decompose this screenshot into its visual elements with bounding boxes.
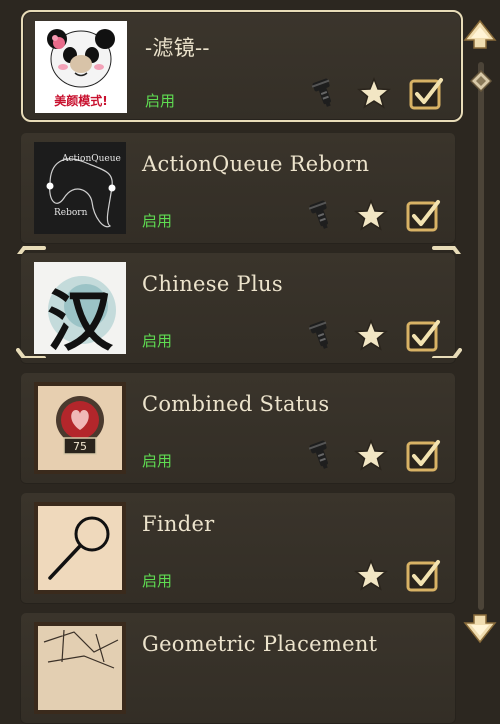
favorite-star-icon[interactable] <box>352 316 390 354</box>
mod-row-chinese-plus[interactable]: 汉 Chinese Plus 启用 <box>20 252 456 364</box>
mod-title: Finder <box>142 512 215 536</box>
enabled-checkbox-icon[interactable] <box>404 556 442 594</box>
config-gear-icon[interactable] <box>302 316 340 354</box>
mod-row-actionqueue[interactable]: ActionQueue Reborn ActionQueue Reborn 启用 <box>20 132 456 244</box>
hover-corner-bottom-right <box>432 348 462 358</box>
config-gear-icon[interactable] <box>305 74 343 112</box>
magnifier-icon <box>34 502 126 594</box>
thumb-caption-top: ActionQueue <box>62 154 121 164</box>
actionqueue-diagram-icon: ActionQueue Reborn <box>34 142 126 234</box>
thumb-glyph: 汉 <box>47 283 113 354</box>
favorite-star-icon[interactable] <box>352 196 390 234</box>
mod-row-geometric-placement[interactable]: Geometric Placement <box>20 612 456 724</box>
mod-title: -滤镜-- <box>145 36 210 60</box>
mod-title: Chinese Plus <box>142 272 283 296</box>
mod-title: Combined Status <box>142 392 330 416</box>
config-gear-icon[interactable] <box>302 196 340 234</box>
thumb-caption-bottom: Reborn <box>54 208 88 218</box>
enabled-checkbox-icon[interactable] <box>404 196 442 234</box>
panda-meme-icon: 美颜模式! <box>35 21 127 113</box>
enabled-checkbox-icon[interactable] <box>404 436 442 474</box>
mod-title: ActionQueue Reborn <box>142 152 370 176</box>
mod-status: 启用 <box>142 572 173 590</box>
hover-corner-top-right <box>432 246 461 254</box>
favorite-star-icon[interactable] <box>355 74 393 112</box>
hover-corner-bottom-left <box>16 348 46 358</box>
mod-status: 启用 <box>142 332 173 350</box>
mod-status: 启用 <box>142 452 173 470</box>
geometric-map-icon <box>34 622 126 714</box>
mod-row-finder[interactable]: Finder 启用 <box>20 492 456 604</box>
enabled-checkbox-icon[interactable] <box>407 74 445 112</box>
heart-badge-icon: 75 <box>34 382 126 474</box>
thumb-caption: 美颜模式! <box>54 94 108 108</box>
thumb-number: 75 <box>73 440 87 453</box>
scroll-down-arrow-icon[interactable] <box>462 607 498 645</box>
mod-row-filter[interactable]: 美颜模式! -滤镜-- 启用 <box>21 10 463 122</box>
mod-row-combined-status[interactable]: 75 Combined Status 启用 <box>20 372 456 484</box>
scrollbar-track[interactable] <box>478 62 484 610</box>
chinese-character-icon: 汉 <box>34 262 126 354</box>
mod-status: 启用 <box>145 92 176 110</box>
mod-list: 美颜模式! -滤镜-- 启用 ActionQueue Reborn Action… <box>0 0 463 724</box>
mod-status: 启用 <box>142 212 173 230</box>
hover-corner-top-left <box>17 246 46 254</box>
scrollbar-thumb[interactable] <box>469 69 493 93</box>
favorite-star-icon[interactable] <box>352 556 390 594</box>
mod-title: Geometric Placement <box>142 632 378 656</box>
favorite-star-icon[interactable] <box>352 436 390 474</box>
config-gear-icon[interactable] <box>302 436 340 474</box>
scroll-up-arrow-icon[interactable] <box>462 18 498 56</box>
